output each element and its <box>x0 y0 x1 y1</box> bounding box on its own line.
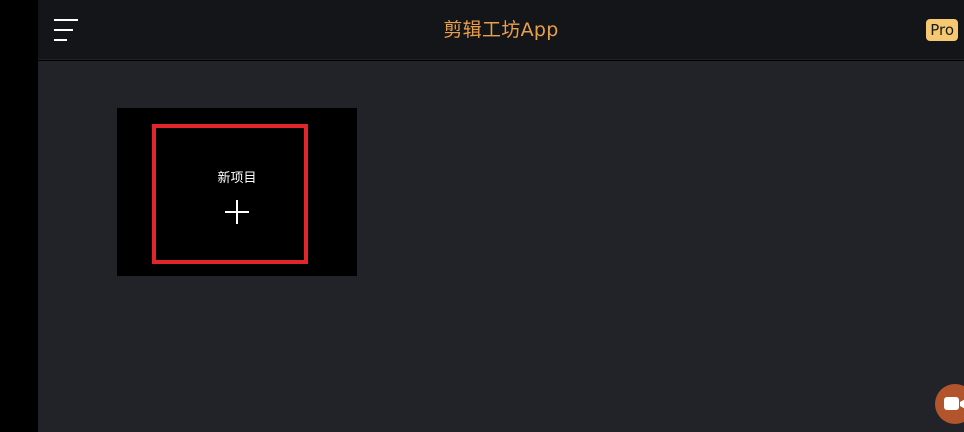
new-project-card[interactable]: 新项目 <box>117 108 357 276</box>
left-strip <box>0 0 38 432</box>
project-area: 新项目 <box>38 61 964 432</box>
highlight-frame <box>152 124 308 264</box>
pro-badge[interactable]: Pro <box>926 19 958 41</box>
new-project-label: 新项目 <box>217 171 257 186</box>
app-screen: 剪辑工坊App Pro 新项目 <box>0 0 964 432</box>
top-bar: 剪辑工坊App Pro <box>38 0 964 60</box>
plus-icon <box>225 200 249 224</box>
app-title: 剪辑工坊App <box>443 19 559 41</box>
video-camera-icon <box>944 397 964 410</box>
